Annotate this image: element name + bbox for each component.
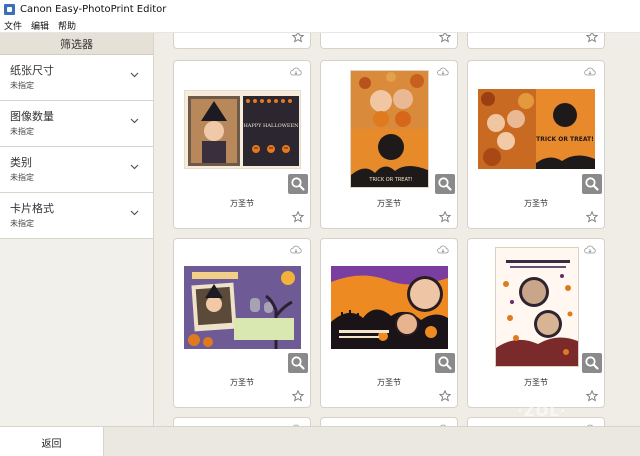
template-caption: 万圣节: [524, 378, 548, 387]
chevron-down-icon[interactable]: [130, 208, 139, 217]
cloud-download-icon[interactable]: [290, 67, 302, 76]
cloud-download-icon[interactable]: [584, 67, 596, 76]
template-caption: 万圣节: [230, 378, 254, 387]
favorite-star-icon[interactable]: [439, 390, 451, 402]
cloud-download-icon[interactable]: [437, 67, 449, 76]
template-card[interactable]: [467, 33, 605, 49]
template-card[interactable]: TRICK OR TREAT! 万圣节: [320, 60, 458, 229]
chevron-down-icon[interactable]: [130, 70, 139, 79]
template-grid: HAPPY HALLOWEEN 万圣节 TRICK OR TREAT! 万圣节 …: [155, 33, 640, 426]
filter-card-format[interactable]: 卡片格式 未指定: [0, 193, 153, 239]
filter-sidebar: 筛选器 纸张尺寸 未指定 图像数量 未指定 类别 未指定 卡片格式 未指定: [0, 33, 154, 426]
favorite-star-icon[interactable]: [586, 211, 598, 223]
favorite-star-icon[interactable]: [439, 211, 451, 223]
template-thumbnail: TRICK OR TREAT!: [478, 89, 595, 169]
title-bar: Canon Easy-PhotoPrint Editor: [0, 0, 640, 19]
filter-value: 未指定: [10, 219, 34, 228]
template-card[interactable]: HAPPY HALLOWEEN 万圣节: [173, 60, 311, 229]
trick-or-treat-text: TRICK OR TREAT!: [536, 136, 594, 143]
template-thumbnail: [495, 247, 579, 367]
template-card[interactable]: 万圣节: [467, 238, 605, 408]
template-caption: 万圣节: [524, 199, 548, 208]
template-card[interactable]: [320, 417, 458, 426]
template-thumbnail: HAPPY HALLOWEEN: [184, 90, 301, 169]
favorite-star-icon[interactable]: [292, 33, 304, 43]
menu-help[interactable]: 帮助: [58, 19, 76, 32]
filter-value: 未指定: [10, 127, 34, 136]
filter-value: 未指定: [10, 81, 34, 90]
magnifier-icon: [291, 356, 305, 370]
template-card[interactable]: [173, 417, 311, 426]
template-card[interactable]: TRICK OR TREAT! 万圣节: [467, 60, 605, 229]
window-title: Canon Easy-PhotoPrint Editor: [20, 4, 167, 15]
magnifier-icon: [438, 177, 452, 191]
template-card[interactable]: [320, 33, 458, 49]
bottom-bar: 返回: [0, 426, 640, 456]
template-caption: 万圣节: [377, 378, 401, 387]
template-thumbnail: [331, 266, 448, 349]
favorite-star-icon[interactable]: [586, 33, 598, 43]
template-caption: 万圣节: [230, 199, 254, 208]
cloud-download-icon[interactable]: [290, 245, 302, 254]
chevron-down-icon[interactable]: [130, 116, 139, 125]
template-thumbnail: TRICK OR TREAT!: [350, 70, 429, 188]
magnifier-icon: [438, 356, 452, 370]
zoom-button[interactable]: [288, 353, 308, 373]
filter-category[interactable]: 类别 未指定: [0, 147, 153, 193]
template-card[interactable]: 万圣节: [320, 238, 458, 408]
favorite-star-icon[interactable]: [292, 211, 304, 223]
filter-image-count[interactable]: 图像数量 未指定: [0, 101, 153, 147]
template-card[interactable]: [173, 33, 311, 49]
menu-bar: 文件 编辑 帮助: [0, 19, 640, 33]
happy-halloween-text: HAPPY HALLOWEEN: [243, 123, 299, 129]
app-icon: [4, 4, 15, 15]
zoom-button[interactable]: [288, 174, 308, 194]
menu-file[interactable]: 文件: [4, 19, 22, 32]
cloud-download-icon[interactable]: [437, 245, 449, 254]
filter-value: 未指定: [10, 173, 34, 182]
magnifier-icon: [585, 356, 599, 370]
template-thumbnail: [184, 266, 301, 349]
zoom-button[interactable]: [582, 174, 602, 194]
magnifier-icon: [585, 177, 599, 191]
template-card[interactable]: 万圣节: [173, 238, 311, 408]
template-caption: 万圣节: [377, 199, 401, 208]
zoom-button[interactable]: [435, 353, 455, 373]
favorite-star-icon[interactable]: [292, 390, 304, 402]
magnifier-icon: [291, 177, 305, 191]
filter-paper-size[interactable]: 纸张尺寸 未指定: [0, 55, 153, 101]
favorite-star-icon[interactable]: [439, 33, 451, 43]
zoom-button[interactable]: [582, 353, 602, 373]
menu-edit[interactable]: 编辑: [31, 19, 49, 32]
filter-header: 筛选器: [0, 33, 153, 55]
favorite-star-icon[interactable]: [586, 390, 598, 402]
cloud-download-icon[interactable]: [584, 245, 596, 254]
watermark-text: ·ZOL·: [517, 402, 567, 420]
back-button[interactable]: 返回: [0, 427, 104, 456]
zoom-button[interactable]: [435, 174, 455, 194]
trick-or-treat-text: TRICK OR TREAT!: [368, 177, 412, 183]
chevron-down-icon[interactable]: [130, 162, 139, 171]
